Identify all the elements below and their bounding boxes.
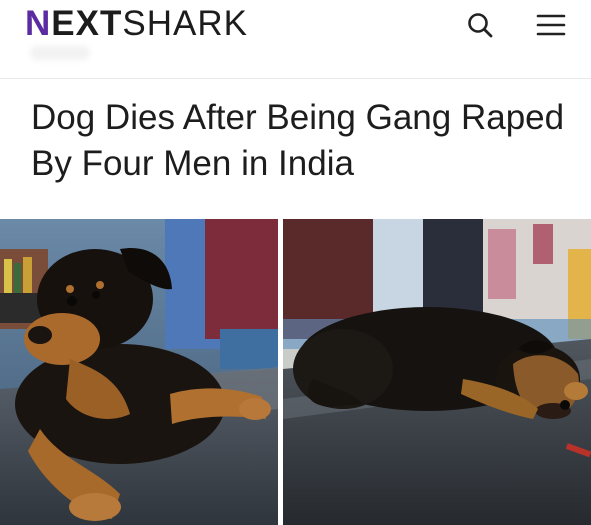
logo-regular-part: SHARK — [122, 4, 248, 43]
dog-lying-image — [283, 219, 591, 525]
article-page: NEXTSHARK Dog Dies After Being Gang Rape… — [0, 0, 591, 525]
menu-button[interactable] — [533, 8, 569, 44]
hamburger-menu-icon — [536, 14, 566, 36]
photo-dog-sitting[interactable] — [0, 219, 278, 525]
logo-bold-part: EXT — [51, 4, 123, 43]
logo-first-letter: N — [25, 4, 52, 43]
article-hero-images — [0, 219, 591, 525]
dog-sitting-image — [0, 219, 278, 525]
photo-dog-lying[interactable] — [283, 219, 591, 525]
search-icon — [468, 13, 493, 38]
site-header: NEXTSHARK — [0, 0, 591, 79]
search-button[interactable] — [462, 8, 498, 44]
logo-tagline-blur — [30, 46, 90, 60]
site-logo[interactable]: NEXTSHARK — [25, 4, 248, 44]
article-headline[interactable]: Dog Dies After Being Gang Raped By Four … — [31, 95, 571, 187]
